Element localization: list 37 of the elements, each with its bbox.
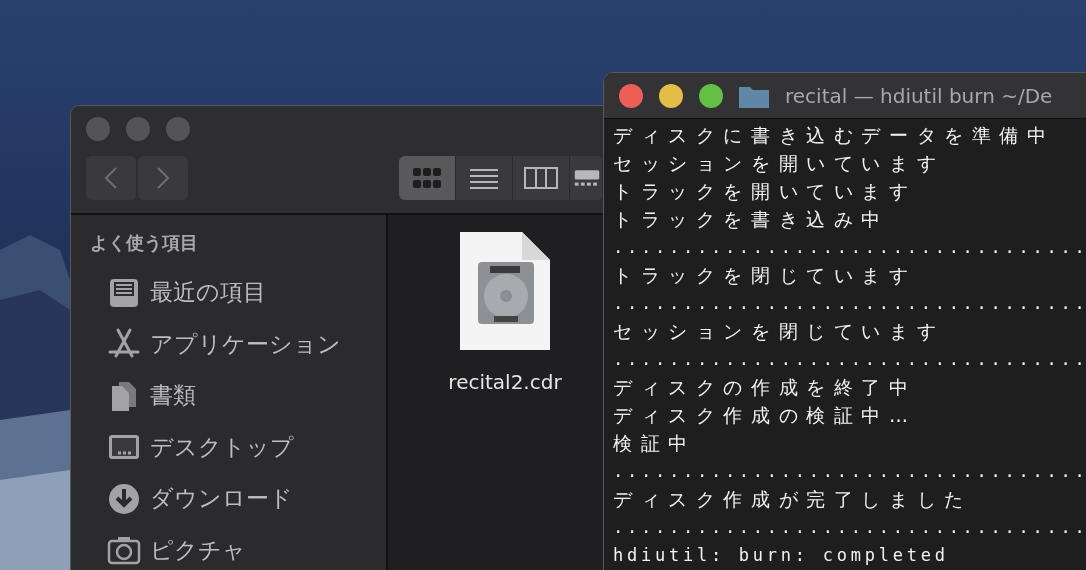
output-line: ディスクに書き込むデータを準備中 bbox=[613, 124, 1055, 146]
file-name[interactable]: recital2.cdr bbox=[448, 370, 562, 394]
columns-icon bbox=[524, 167, 558, 189]
list-icon bbox=[469, 167, 499, 189]
output-line: 検証中 bbox=[613, 432, 696, 454]
output-line: セッションを閉じています bbox=[613, 320, 945, 342]
output-line: トラックを書き込み中 bbox=[613, 208, 889, 230]
gallery-icon bbox=[574, 167, 600, 189]
progress-dots: .................................. bbox=[613, 349, 1086, 369]
zoom-button[interactable] bbox=[699, 83, 723, 108]
progress-dots: .................................. bbox=[613, 461, 1086, 481]
output-line: ディスク作成の検証中… bbox=[613, 404, 917, 426]
sidebar-item[interactable]: アプリケーション bbox=[150, 328, 341, 360]
sidebar-item[interactable]: デスクトップ bbox=[150, 431, 294, 463]
sidebar-item[interactable]: 最近の項目 bbox=[150, 277, 266, 309]
close-button[interactable] bbox=[619, 83, 643, 108]
progress-dots: .................................. bbox=[613, 237, 1086, 257]
forward-button[interactable] bbox=[138, 156, 188, 200]
grid-icon bbox=[412, 167, 442, 189]
window-title: recital — hdiutil burn ~/De bbox=[785, 83, 1053, 108]
disk-image-icon bbox=[460, 232, 550, 350]
chevron-left-icon bbox=[104, 166, 118, 190]
output-line: セッションを開いています bbox=[613, 152, 945, 174]
progress-dots: .................................. bbox=[613, 517, 1086, 537]
sidebar-heading: よく使う項目 bbox=[90, 231, 199, 255]
output-line: ディスク作成が完了しました bbox=[613, 488, 972, 510]
progress-dots: .................................. bbox=[613, 293, 1086, 313]
chevron-right-icon bbox=[156, 166, 170, 190]
output-line: トラックを開いています bbox=[613, 180, 917, 202]
output-line: hdiutil: burn: completed bbox=[613, 545, 949, 565]
sidebar-item[interactable]: 書類 bbox=[150, 380, 196, 412]
sidebar-item[interactable]: ダウンロード bbox=[150, 483, 293, 515]
output-line: ディスクの作成を終了中 bbox=[613, 376, 917, 398]
back-button[interactable] bbox=[86, 156, 136, 200]
output-line: トラックを閉じています bbox=[613, 264, 917, 286]
sidebar-item[interactable]: ピクチャ bbox=[150, 534, 246, 566]
minimize-button[interactable] bbox=[659, 83, 683, 108]
